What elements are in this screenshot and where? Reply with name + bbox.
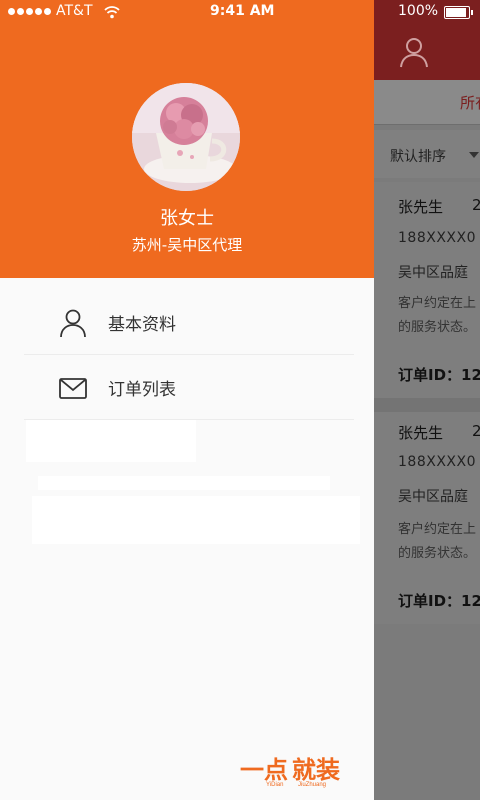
placeholder-block — [38, 476, 330, 490]
user-icon — [60, 309, 86, 338]
mail-icon — [59, 378, 87, 399]
avatar[interactable] — [132, 83, 240, 191]
menu-label-profile: 基本资料 — [108, 315, 176, 335]
battery-percent: 100% — [398, 3, 439, 19]
caret-down-icon — [469, 152, 479, 158]
logo-text-1: 一点 — [240, 756, 288, 784]
carrier-name: AT&T — [56, 3, 93, 19]
placeholder-block — [26, 420, 196, 462]
drawer-header: 张女士 苏州-吴中区代理 — [0, 0, 374, 278]
customer-name: 张先生 — [398, 198, 444, 216]
profile-icon[interactable] — [398, 36, 430, 68]
order-number: 2 — [472, 196, 480, 214]
signal-strength-icon — [8, 8, 51, 15]
logo-sub-1: YiDian — [266, 782, 283, 788]
status-bar: AT&T 9:41 AM 100% — [0, 0, 480, 24]
logo-sub-2: JiuZhuang — [298, 782, 326, 788]
order-desc-line-1: 客户约定在上 — [398, 296, 477, 311]
sort-bar[interactable]: 默认排序 — [374, 130, 480, 178]
user-region: 苏州-吴中区代理 — [131, 236, 243, 254]
order-number: 2 — [472, 422, 480, 440]
avatar-image — [132, 83, 240, 191]
menu-item-profile[interactable]: 基本资料 — [24, 290, 354, 354]
sort-label[interactable]: 默认排序 — [390, 146, 446, 166]
customer-address: 吴中区品庭 — [398, 265, 468, 281]
status-time: 9:41 AM — [210, 3, 275, 19]
order-card[interactable]: 张先生 2 188XXXX0 吴中区品庭 客户约定在上 的服务状态。 — [374, 412, 480, 574]
brand-logo: 一点 就装 YiDian JiuZhuang — [240, 756, 340, 788]
customer-name: 张先生 — [398, 424, 444, 442]
order-id-row: 订单ID：12 — [374, 574, 480, 624]
wifi-icon — [104, 6, 120, 19]
order-desc-line-2: 的服务状态。 — [398, 546, 477, 561]
order-id: 订单ID：12 — [398, 592, 480, 610]
menu-label-orders: 订单列表 — [108, 380, 176, 400]
order-id-row: 订单ID：12 — [374, 348, 480, 398]
order-desc-line-2: 的服务状态。 — [398, 320, 477, 335]
customer-address: 吴中区品庭 — [398, 489, 468, 505]
side-drawer: 张女士 苏州-吴中区代理 基本资料 订单列表 一点 就装 YiDian JiuZ… — [0, 0, 374, 800]
user-name: 张女士 — [160, 208, 214, 229]
menu-item-orders[interactable]: 订单列表 — [24, 355, 354, 419]
customer-phone: 188XXXX0 — [398, 454, 476, 470]
order-card[interactable]: 张先生 2 188XXXX0 吴中区品庭 客户约定在上 的服务状态。 — [374, 182, 480, 348]
tab-all[interactable]: 所有 — [460, 92, 480, 113]
order-desc-line-1: 客户约定在上 — [398, 522, 477, 537]
card-gap — [374, 398, 480, 412]
logo-text-2: 就装 — [292, 756, 340, 784]
tab-bar: 所有 — [374, 80, 480, 125]
order-id: 订单ID：12 — [398, 366, 480, 384]
empty-area — [374, 624, 480, 800]
battery-icon — [444, 6, 473, 19]
customer-phone: 188XXXX0 — [398, 230, 476, 246]
placeholder-block — [32, 496, 360, 544]
